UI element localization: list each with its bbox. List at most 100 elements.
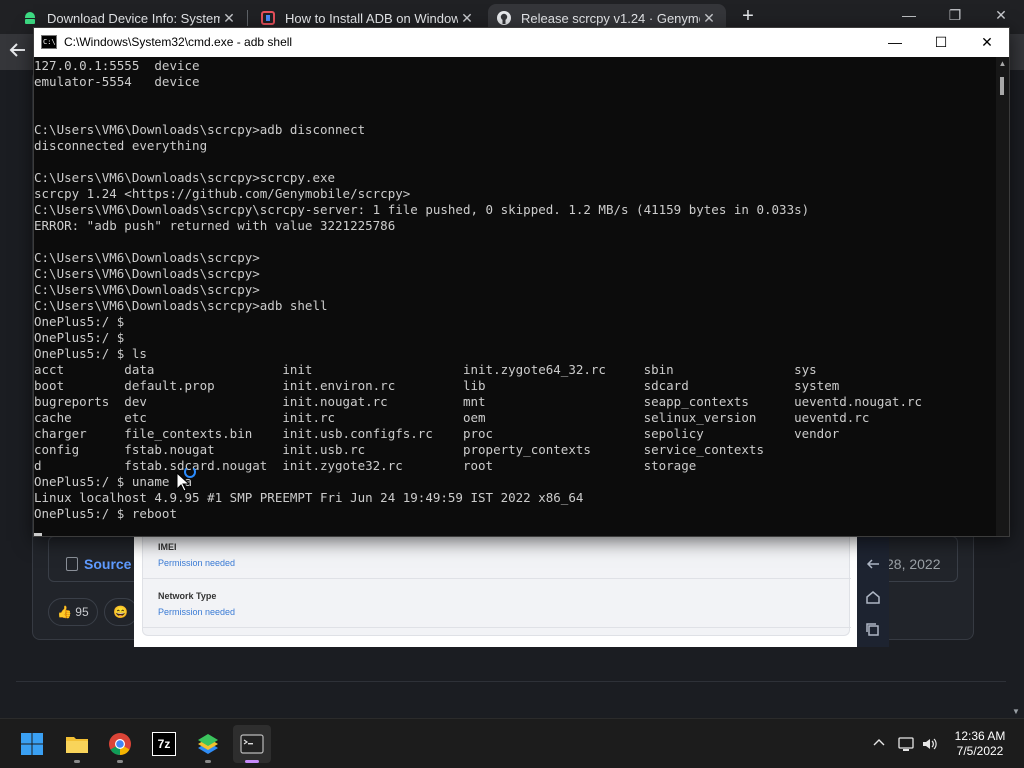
field-value: Permission needed bbox=[158, 607, 236, 617]
mouse-pointer-icon bbox=[176, 471, 191, 492]
bluestacks-icon bbox=[196, 732, 220, 756]
site-icon bbox=[260, 10, 276, 26]
console-line: OnePlus5:/ $ reboot bbox=[34, 506, 177, 521]
console-line: d fstab.sdcard.nougat init.zygote32.rc r… bbox=[34, 458, 697, 473]
clock-time: 12:36 AM bbox=[954, 729, 1006, 743]
console-line: emulator-5554 device bbox=[34, 74, 200, 89]
network-icon[interactable] bbox=[897, 735, 915, 753]
divider bbox=[143, 578, 851, 579]
console-line: OnePlus5:/ $ ls bbox=[34, 346, 147, 361]
console-line: config fstab.nougat init.usb.rc property… bbox=[34, 442, 764, 457]
running-indicator bbox=[205, 760, 211, 763]
reaction-smile[interactable]: 😄 bbox=[104, 598, 138, 626]
console-line: OnePlus5:/ $ bbox=[34, 314, 125, 329]
field-name: IMEI bbox=[158, 542, 177, 552]
console-icon: C:\ bbox=[41, 35, 57, 49]
minimize-button[interactable]: — bbox=[872, 28, 918, 57]
recents-icon[interactable] bbox=[863, 621, 883, 641]
console-output[interactable]: 127.0.0.1:5555 device emulator-5554 devic… bbox=[34, 57, 996, 536]
asset-date: 28, 2022 bbox=[886, 556, 941, 572]
field-network-type[interactable]: Network Type Permission needed bbox=[158, 591, 235, 617]
close-icon[interactable]: ✕ bbox=[220, 10, 238, 27]
console-line: boot default.prop init.environ.rc lib sd… bbox=[34, 378, 840, 393]
close-icon[interactable]: ✕ bbox=[700, 10, 718, 27]
back-icon[interactable] bbox=[863, 556, 883, 576]
emulator-sidebar bbox=[857, 536, 889, 647]
console-line: Linux localhost 4.9.95 #1 SMP PREEMPT Fr… bbox=[34, 490, 584, 505]
console-line: charger file_contexts.bin init.usb.confi… bbox=[34, 426, 840, 441]
windows-start-icon bbox=[20, 732, 44, 756]
console-line: 127.0.0.1:5555 device bbox=[34, 58, 200, 73]
7zip-label: 7z bbox=[157, 737, 171, 751]
smile-icon: 😄 bbox=[113, 605, 128, 619]
reaction-thumbs-up[interactable]: 👍 95 bbox=[48, 598, 98, 626]
tab-separator bbox=[247, 10, 248, 26]
7zip-icon: 7z bbox=[152, 732, 176, 756]
scroll-down-arrow-icon[interactable]: ▼ bbox=[1008, 707, 1024, 716]
terminal-icon bbox=[240, 732, 264, 756]
device-info-list: IMEI Permission needed Network Type Perm… bbox=[142, 536, 851, 636]
tab-label: Download Device Info: System & bbox=[47, 10, 220, 26]
console-line: C:\Users\VM6\Downloads\scrcpy>adb shell bbox=[34, 298, 328, 313]
divider bbox=[16, 681, 1006, 682]
taskbar-file-explorer[interactable] bbox=[58, 725, 96, 763]
console-line: OnePlus5:/ $ uname -a bbox=[34, 474, 193, 489]
desktop: Download Device Info: System & ✕ How to … bbox=[0, 0, 1024, 768]
browser-close-button[interactable]: ✕ bbox=[986, 4, 1016, 26]
close-icon[interactable]: ✕ bbox=[458, 10, 476, 27]
console-line: C:\Users\VM6\Downloads\scrcpy> bbox=[34, 266, 260, 281]
close-button[interactable]: ✕ bbox=[964, 28, 1010, 57]
console-line: C:\Users\VM6\Downloads\scrcpy> bbox=[34, 282, 260, 297]
folder-icon bbox=[65, 732, 89, 756]
active-indicator bbox=[245, 760, 259, 763]
volume-icon[interactable] bbox=[921, 735, 939, 753]
console-line: scrcpy 1.24 <https://github.com/Genymobi… bbox=[34, 186, 411, 201]
source-label: Source bbox=[84, 556, 132, 572]
browser-minimize-button[interactable]: — bbox=[894, 4, 924, 26]
field-imei[interactable]: IMEI Permission needed bbox=[158, 542, 235, 568]
field-value: Permission needed bbox=[158, 558, 236, 568]
scroll-thumb[interactable] bbox=[1000, 77, 1004, 95]
emulator-window: IMEI Permission needed Network Type Perm… bbox=[134, 536, 889, 647]
new-tab-button[interactable]: + bbox=[737, 6, 759, 28]
console-scrollbar[interactable]: ▲ bbox=[996, 57, 1009, 536]
maximize-button[interactable]: ☐ bbox=[918, 28, 964, 57]
scroll-up-arrow-icon[interactable]: ▲ bbox=[996, 59, 1009, 68]
clock-date: 7/5/2022 bbox=[956, 744, 1004, 758]
taskbar-chrome[interactable] bbox=[101, 725, 139, 763]
source-link[interactable]: Source bbox=[66, 556, 131, 572]
window-title: C:\Windows\System32\cmd.exe - adb shell bbox=[64, 35, 293, 49]
github-icon bbox=[496, 10, 512, 26]
running-indicator bbox=[74, 760, 80, 763]
home-icon[interactable] bbox=[863, 589, 883, 609]
taskbar: 7z 12:36 AM 7/5/2022 bbox=[0, 718, 1024, 768]
file-zip-icon bbox=[66, 557, 78, 571]
console-line: disconnected everything bbox=[34, 138, 208, 153]
console-line: cache etc init.rc oem selinux_version ue… bbox=[34, 410, 870, 425]
thumbs-up-icon: 👍 bbox=[57, 605, 72, 619]
system-clock[interactable]: 12:36 AM 7/5/2022 bbox=[946, 729, 1014, 759]
show-hidden-icons-chevron-icon[interactable] bbox=[870, 735, 888, 753]
taskbar-7zip[interactable]: 7z bbox=[145, 725, 183, 763]
console-line: OnePlus5:/ $ bbox=[34, 330, 125, 345]
console-line: acct data init init.zygote64_32.rc sbin … bbox=[34, 362, 817, 377]
cmd-titlebar[interactable]: C:\ C:\Windows\System32\cmd.exe - adb sh… bbox=[34, 28, 1009, 57]
start-button[interactable] bbox=[13, 725, 51, 763]
field-name: Network Type bbox=[158, 591, 217, 601]
console-line: C:\Users\VM6\Downloads\scrcpy\scrcpy-ser… bbox=[34, 202, 810, 217]
console-line: ERROR: "adb push" returned with value 32… bbox=[34, 218, 396, 233]
chrome-icon bbox=[108, 732, 132, 756]
page-scrollbar[interactable]: ▼ bbox=[1008, 70, 1024, 718]
browser-restore-button[interactable]: ❐ bbox=[940, 4, 970, 26]
taskbar-bluestacks[interactable] bbox=[189, 725, 227, 763]
android-icon bbox=[22, 10, 38, 26]
tab-label: Release scrcpy v1.24 · Genymobil bbox=[521, 10, 700, 26]
console-line: C:\Users\VM6\Downloads\scrcpy>scrcpy.exe bbox=[34, 170, 336, 185]
back-arrow-icon[interactable] bbox=[8, 40, 34, 64]
console-line: C:\Users\VM6\Downloads\scrcpy>adb discon… bbox=[34, 122, 366, 137]
tab-label: How to Install ADB on Windows, bbox=[285, 10, 458, 26]
running-indicator bbox=[117, 760, 123, 763]
console-line: bugreports dev init.nougat.rc mnt seapp_… bbox=[34, 394, 923, 409]
taskbar-terminal[interactable] bbox=[233, 725, 271, 763]
text-cursor bbox=[34, 533, 42, 536]
